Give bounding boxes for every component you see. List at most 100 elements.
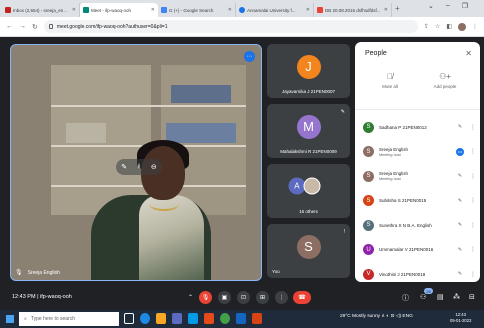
- close-icon[interactable]: ✕: [72, 7, 76, 13]
- globe-icon: [239, 7, 245, 13]
- file-explorer-icon[interactable]: [156, 313, 166, 324]
- pin-icon[interactable]: ⭳: [138, 162, 140, 173]
- taskbar-clock[interactable]: 12:43 05-01-2022: [450, 312, 471, 324]
- close-icon[interactable]: ✕: [151, 7, 155, 13]
- screen: Inbox (2,554) - sreeja_eng@... ✕ Meet - …: [0, 0, 484, 328]
- avatar: J: [296, 54, 321, 79]
- mic-off-icon: 🎙̸: [387, 72, 393, 81]
- more-vert-icon[interactable]: ⋮: [466, 197, 480, 204]
- menu-dots-icon[interactable]: ⋮: [472, 23, 478, 31]
- tab-google-search[interactable]: G (+) - Google Search ✕: [158, 3, 236, 17]
- window-controls: ⌄ – ❐: [428, 2, 468, 10]
- more-vert-icon[interactable]: ⋮: [466, 124, 480, 131]
- mic-off-icon[interactable]: ✎: [454, 222, 466, 228]
- participant-text: Ummamalar V 21PEN0016: [379, 247, 454, 252]
- mic-toggle-button[interactable]: 🎙: [199, 291, 212, 304]
- list-item[interactable]: V Vinothini J 21PEN0018 ✎ ⋮: [355, 262, 480, 282]
- tab-annamalai[interactable]: Annamalai University f... ✕: [236, 3, 314, 17]
- present-button[interactable]: ⊞: [256, 291, 269, 304]
- forward-arrow-icon[interactable]: →: [19, 23, 26, 30]
- chevron-down-icon[interactable]: ⌄: [428, 2, 434, 10]
- mic-off-icon[interactable]: ✎: [454, 173, 466, 179]
- system-tray[interactable]: 29°C Mostly sunny ∧ ◐ ⊡ ◁) ENG: [340, 314, 413, 319]
- tab-pdf[interactable]: DB 20.08.2015 dsfhsdfdsf... ✕: [314, 3, 392, 17]
- more-vert-icon[interactable]: ⋮: [466, 173, 480, 180]
- minimize-icon[interactable]: –: [446, 2, 450, 10]
- close-icon[interactable]: ✕: [465, 49, 472, 58]
- task-view-icon[interactable]: [124, 313, 134, 324]
- mic-off-icon[interactable]: ✎: [454, 198, 466, 204]
- people-icon[interactable]: ⚇: [420, 293, 426, 301]
- share-icon[interactable]: ⇪: [424, 23, 429, 31]
- windows-taskbar: ⌕ Type here to search 29°C Mostly sunny …: [0, 310, 484, 328]
- list-item[interactable]: S Sreeja English Meeting host ••• ⋮: [355, 140, 480, 165]
- new-tab-button[interactable]: +: [395, 4, 400, 13]
- list-item[interactable]: S Sadhana P 21PEN0012 ✎ ⋮: [355, 115, 480, 140]
- others-tile[interactable]: A 16 others: [267, 164, 350, 218]
- star-icon[interactable]: ☆: [435, 23, 440, 31]
- list-item[interactable]: S Subitsha S 21PEN0015 ✎ ⋮: [355, 189, 480, 214]
- chrome-icon[interactable]: [220, 313, 230, 324]
- more-vert-icon[interactable]: ⋮: [466, 246, 480, 253]
- self-tile[interactable]: ! S You: [267, 224, 350, 278]
- list-item[interactable]: S Sreeja English Meeting host ✎ ⋮: [355, 164, 480, 189]
- main-speaker-video[interactable]: ✎ ⭳ ⊖ ⋯ 🎙 Sreeja English: [10, 44, 262, 281]
- avatar: S: [363, 219, 374, 231]
- more-options-button[interactable]: ⋮: [275, 291, 288, 304]
- mic-off-icon[interactable]: ✎: [454, 247, 466, 253]
- mic-off-icon[interactable]: ✎: [454, 271, 466, 277]
- tab-label: Inbox (2,554) - sreeja_eng@...: [13, 7, 70, 13]
- activities-icon[interactable]: ⁂: [453, 293, 460, 301]
- maximize-icon[interactable]: ❐: [462, 2, 468, 10]
- avatar: S: [363, 121, 374, 133]
- url-field[interactable]: meet.google.com/ifp-waoq-ooh?authuser=0&…: [43, 20, 418, 33]
- reload-icon[interactable]: ↻: [32, 23, 38, 31]
- close-icon[interactable]: ✕: [228, 7, 232, 13]
- edge-icon[interactable]: [140, 313, 150, 324]
- list-item[interactable]: S Sunethra S N B.A. English ✎ ⋮: [355, 213, 480, 238]
- mic-off-icon: 🎙: [15, 270, 23, 276]
- leave-call-button[interactable]: ☎: [293, 291, 311, 304]
- people-panel: People ✕ 🎙̸ Mute all ⚇+ Add people S Sad…: [355, 42, 480, 282]
- mic-off-icon[interactable]: ✎: [454, 124, 466, 130]
- participant-tile[interactable]: ✎ M Mahalakshmi R 21PEN0009: [267, 104, 350, 158]
- more-vert-icon[interactable]: ⋮: [466, 271, 480, 278]
- chat-icon[interactable]: ▤: [437, 293, 444, 301]
- captions-button[interactable]: ⊡: [237, 291, 250, 304]
- participant-name: Sadhana P 21PEN0012: [379, 124, 427, 130]
- more-options-icon[interactable]: ⋯: [244, 51, 255, 62]
- tab-label: DB 20.08.2015 dsfhsdfdsf...: [325, 7, 381, 13]
- clock-date: 05-01-2022: [450, 318, 472, 323]
- office-icon[interactable]: [204, 313, 214, 324]
- meet-icon: [83, 7, 89, 13]
- word-icon[interactable]: [236, 313, 246, 324]
- mic-off-icon[interactable]: ✎: [121, 163, 127, 171]
- profile-avatar[interactable]: [458, 22, 466, 31]
- list-item[interactable]: U Ummamalar V 21PEN0016 ✎ ⋮: [355, 238, 480, 263]
- taskbar-search-input[interactable]: ⌕ Type here to search: [19, 312, 119, 326]
- lock-icon[interactable]: ⊟: [469, 293, 475, 301]
- camera-toggle-button[interactable]: ▣: [218, 291, 231, 304]
- back-arrow-icon[interactable]: ←: [6, 23, 13, 30]
- speaker-name: Sreeja English: [27, 269, 60, 276]
- powerpoint-icon[interactable]: [252, 313, 262, 324]
- extensions-icon[interactable]: ◧: [446, 23, 452, 31]
- remove-icon[interactable]: ⊖: [151, 163, 157, 171]
- meeting-time-and-code: 12:43 PM | ifp-waoq-ooh: [12, 294, 72, 300]
- close-icon[interactable]: ✕: [384, 7, 388, 13]
- more-vert-icon[interactable]: ⋮: [466, 222, 480, 229]
- lock-icon: [48, 24, 53, 29]
- tab-gmail[interactable]: Inbox (2,554) - sreeja_eng@... ✕: [2, 3, 80, 17]
- more-vert-icon[interactable]: ⋮: [466, 148, 480, 155]
- participant-tile[interactable]: J Jayavarnika J 21PEN0007: [267, 44, 350, 98]
- chevron-up-icon[interactable]: ⌃: [184, 291, 197, 304]
- windows-start-icon[interactable]: [6, 315, 14, 323]
- close-icon[interactable]: ✕: [306, 7, 310, 13]
- mute-all-button[interactable]: 🎙̸ Mute all: [365, 72, 415, 89]
- exclamation-icon: !: [343, 229, 345, 235]
- add-people-button[interactable]: ⚇+ Add people: [420, 72, 470, 89]
- tab-meet[interactable]: Meet - ifp-waoq-ooh ✕: [80, 3, 158, 17]
- mail-icon[interactable]: [188, 313, 198, 324]
- store-icon[interactable]: [172, 313, 182, 324]
- info-icon[interactable]: ⓘ: [402, 293, 409, 303]
